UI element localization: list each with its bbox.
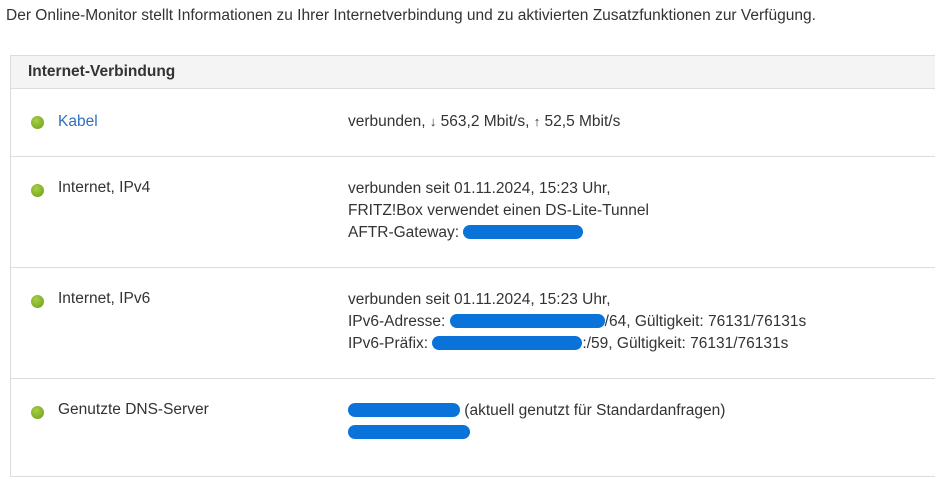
- ipv4-label: Internet, IPv4: [58, 179, 151, 196]
- ipv6-connected-since: verbunden seit 01.11.2024, 15:23 Uhr,: [348, 291, 611, 308]
- aftr-gateway-label: AFTR-Gateway:: [348, 224, 464, 241]
- ipv4-aftr-gateway: AFTR-Gateway:: [348, 222, 649, 244]
- redacted-value: [348, 424, 470, 439]
- dns-servers: (aktuell genutzt für Standardanfragen): [348, 400, 725, 444]
- dns-primary: (aktuell genutzt für Standardanfragen): [348, 400, 725, 422]
- status-ok-icon: [31, 295, 44, 308]
- panel-title: Internet-Verbindung: [11, 56, 935, 89]
- status-ok-icon: [31, 116, 44, 129]
- ipv4-connected-since: verbunden seit 01.11.2024, 15:23 Uhr,: [348, 180, 611, 197]
- redacted-value: [348, 402, 460, 417]
- dns-secondary: [348, 422, 725, 444]
- kabel-link[interactable]: Kabel: [58, 113, 98, 131]
- intro-text: Der Online-Monitor stellt Informationen …: [6, 7, 816, 24]
- ipv6-address-validity: /64, Gültigkeit: 76131/76131s: [604, 313, 807, 330]
- ipv6-status: verbunden seit 01.11.2024, 15:23 Uhr, IP…: [348, 289, 806, 355]
- status-ok-icon: [31, 406, 44, 419]
- connection-row-ipv6: Internet, IPv6 verbunden seit 01.11.2024…: [11, 268, 935, 379]
- ipv6-prefix: IPv6-Präfix: :/59, Gültigkeit: 76131/761…: [348, 333, 806, 355]
- connection-row-kabel: Kabel verbunden, ↓ 563,2 Mbit/s, ↑ 52,5 …: [11, 89, 935, 157]
- ipv6-address: IPv6-Adresse: /64, Gültigkeit: 76131/761…: [348, 311, 806, 333]
- ipv4-status: verbunden seit 01.11.2024, 15:23 Uhr, FR…: [348, 178, 649, 244]
- ipv6-prefix-validity: :/59, Gültigkeit: 76131/76131s: [582, 335, 789, 352]
- status-ok-icon: [31, 184, 44, 197]
- ipv4-ds-lite-info: FRITZ!Box verwendet einen DS-Lite-Tunnel: [348, 202, 649, 219]
- kabel-status: verbunden, ↓ 563,2 Mbit/s, ↑ 52,5 Mbit/s: [348, 111, 620, 133]
- dns-label: Genutzte DNS-Server: [58, 401, 209, 418]
- ipv6-address-label: IPv6-Adresse:: [348, 313, 450, 330]
- upload-speed: 52,5 Mbit/s: [540, 113, 621, 130]
- redacted-value: [463, 224, 584, 239]
- redacted-value: [432, 335, 583, 350]
- internet-connection-panel: Internet-Verbindung Kabel verbunden, ↓ 5…: [10, 55, 935, 477]
- ipv6-label: Internet, IPv6: [58, 290, 151, 307]
- download-speed: 563,2 Mbit/s,: [436, 113, 534, 130]
- connection-row-dns: Genutzte DNS-Server (aktuell genutzt für…: [11, 379, 935, 469]
- ipv6-prefix-label: IPv6-Präfix:: [348, 335, 433, 352]
- kabel-status-prefix: verbunden,: [348, 113, 430, 130]
- dns-primary-note: (aktuell genutzt für Standardanfragen): [460, 402, 726, 419]
- redacted-value: [449, 313, 605, 328]
- connection-row-ipv4: Internet, IPv4 verbunden seit 01.11.2024…: [11, 157, 935, 268]
